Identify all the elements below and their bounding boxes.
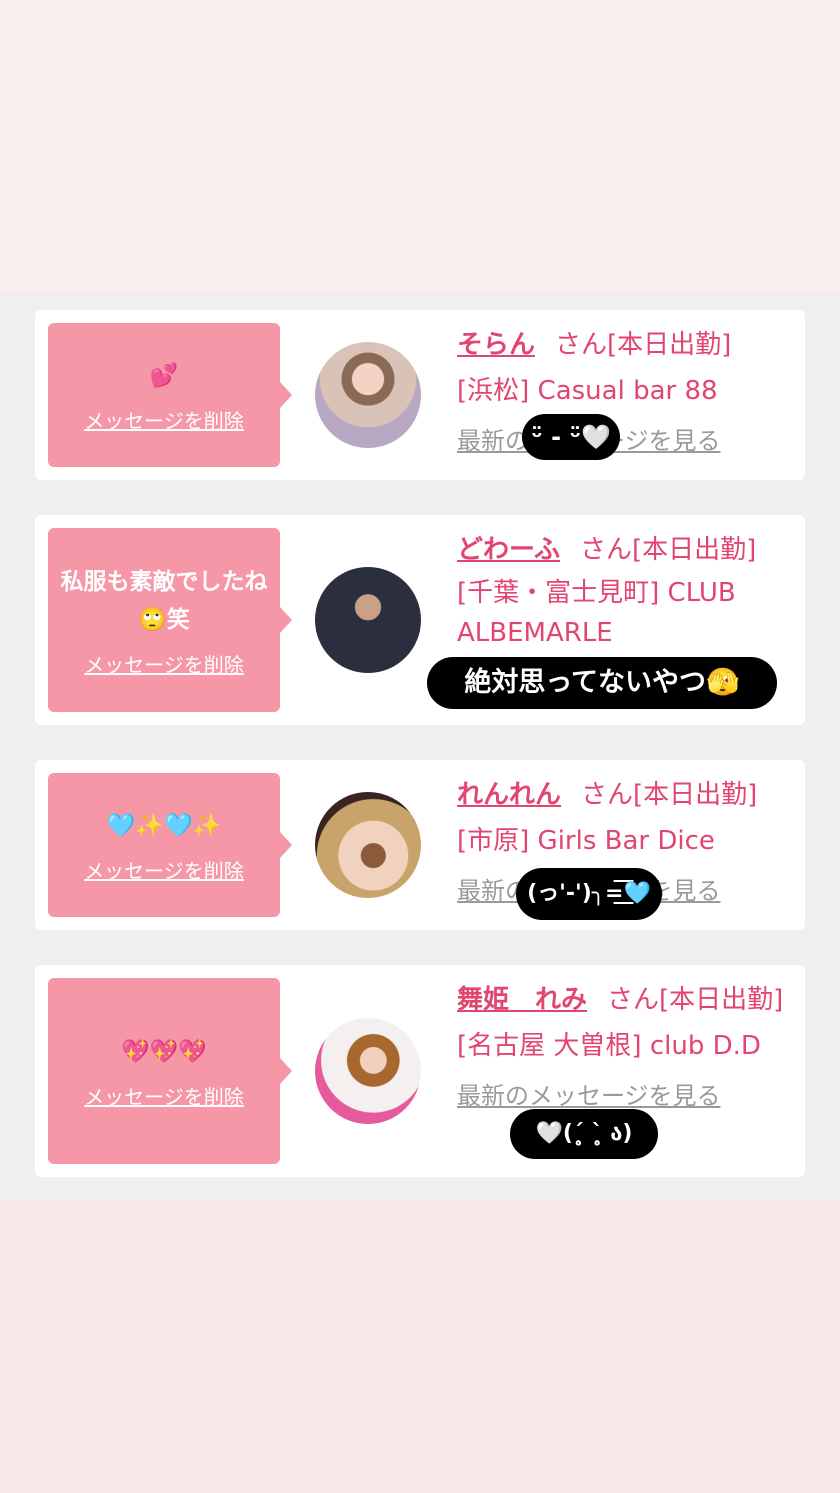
overlay-sticker: ᵕ̈ - ᵕ̈🤍: [522, 414, 620, 460]
list-item: 🩵✨🩵✨ メッセージを削除 れんれん さん[本日出勤] [市原] Girls Ba…: [35, 760, 805, 930]
delete-message-link[interactable]: メッセージを削除: [84, 1081, 244, 1110]
avatar[interactable]: [315, 1018, 421, 1124]
message-bubble: 💕 メッセージを削除: [48, 323, 292, 467]
message-text: 私服も素敵でしたね🙄笑: [60, 568, 268, 633]
overlay-sticker: (っ'-')╮=͟͟͞͞🩵: [516, 868, 662, 920]
cast-name-link[interactable]: 舞姫 れみ: [457, 985, 587, 1015]
avatar[interactable]: [315, 792, 421, 898]
attendance-status: さん[本日出勤]: [607, 985, 784, 1015]
cast-name-link[interactable]: れんれん: [457, 780, 561, 810]
shop-name: [名古屋 大曽根] club D.D: [457, 1031, 761, 1061]
list-item: 私服も素敵でしたね🙄笑 メッセージを削除 どわーふ さん[本日出勤] [千葉・富士…: [35, 515, 805, 725]
cast-name-link[interactable]: どわーふ: [457, 535, 560, 565]
message-bubble: 💖💖💖 メッセージを削除: [48, 978, 292, 1164]
profile-info: 舞姫 れみ さん[本日出勤] [名古屋 大曽根] club D.D 最新のメッセー…: [457, 977, 792, 1119]
list-item: 💕 メッセージを削除 そらん さん[本日出勤] [浜松] Casual bar 8…: [35, 310, 805, 480]
profile-info: どわーふ さん[本日出勤] [千葉・富士見町] CLUB ALBEMARLE: [457, 527, 792, 653]
message-text: 🩵✨🩵✨: [106, 812, 222, 839]
shop-name: [浜松] Casual bar 88: [457, 376, 718, 406]
message-text: 💖💖💖: [121, 1038, 207, 1065]
message-bubble: 私服も素敵でしたね🙄笑 メッセージを削除: [48, 528, 292, 712]
avatar[interactable]: [315, 342, 421, 448]
list-item: 💖💖💖 メッセージを削除 舞姫 れみ さん[本日出勤] [名古屋 大曽根] clu…: [35, 965, 805, 1177]
top-background: [0, 0, 840, 292]
attendance-status: さん[本日出勤]: [555, 330, 732, 360]
message-bubble: 🩵✨🩵✨ メッセージを削除: [48, 773, 292, 917]
overlay-sticker: 🤍(ˊ̥̥̥̥̥ ˋ̥̥̥̥̥ ა): [510, 1109, 658, 1159]
delete-message-link[interactable]: メッセージを削除: [84, 405, 244, 434]
profile-info: そらんさん[本日出勤] [浜松] Casual bar 88 最新のメッセージを…: [457, 322, 792, 464]
shop-name: [市原] Girls Bar Dice: [457, 826, 715, 856]
cast-name-link[interactable]: そらん: [457, 330, 535, 360]
attendance-status: さん[本日出勤]: [579, 535, 757, 565]
overlay-sticker: 絶対思ってないやつ🫣: [427, 657, 777, 709]
attendance-status: さん[本日出勤]: [581, 780, 758, 810]
delete-message-link[interactable]: メッセージを削除: [84, 649, 244, 678]
message-text: 💕: [149, 362, 179, 389]
shop-name: [千葉・富士見町] CLUB ALBEMARLE: [457, 578, 736, 648]
view-latest-message-link[interactable]: 最新のメッセージを見る: [457, 1082, 721, 1110]
bottom-background: [0, 1200, 840, 1493]
avatar[interactable]: [315, 567, 421, 673]
delete-message-link[interactable]: メッセージを削除: [84, 855, 244, 884]
